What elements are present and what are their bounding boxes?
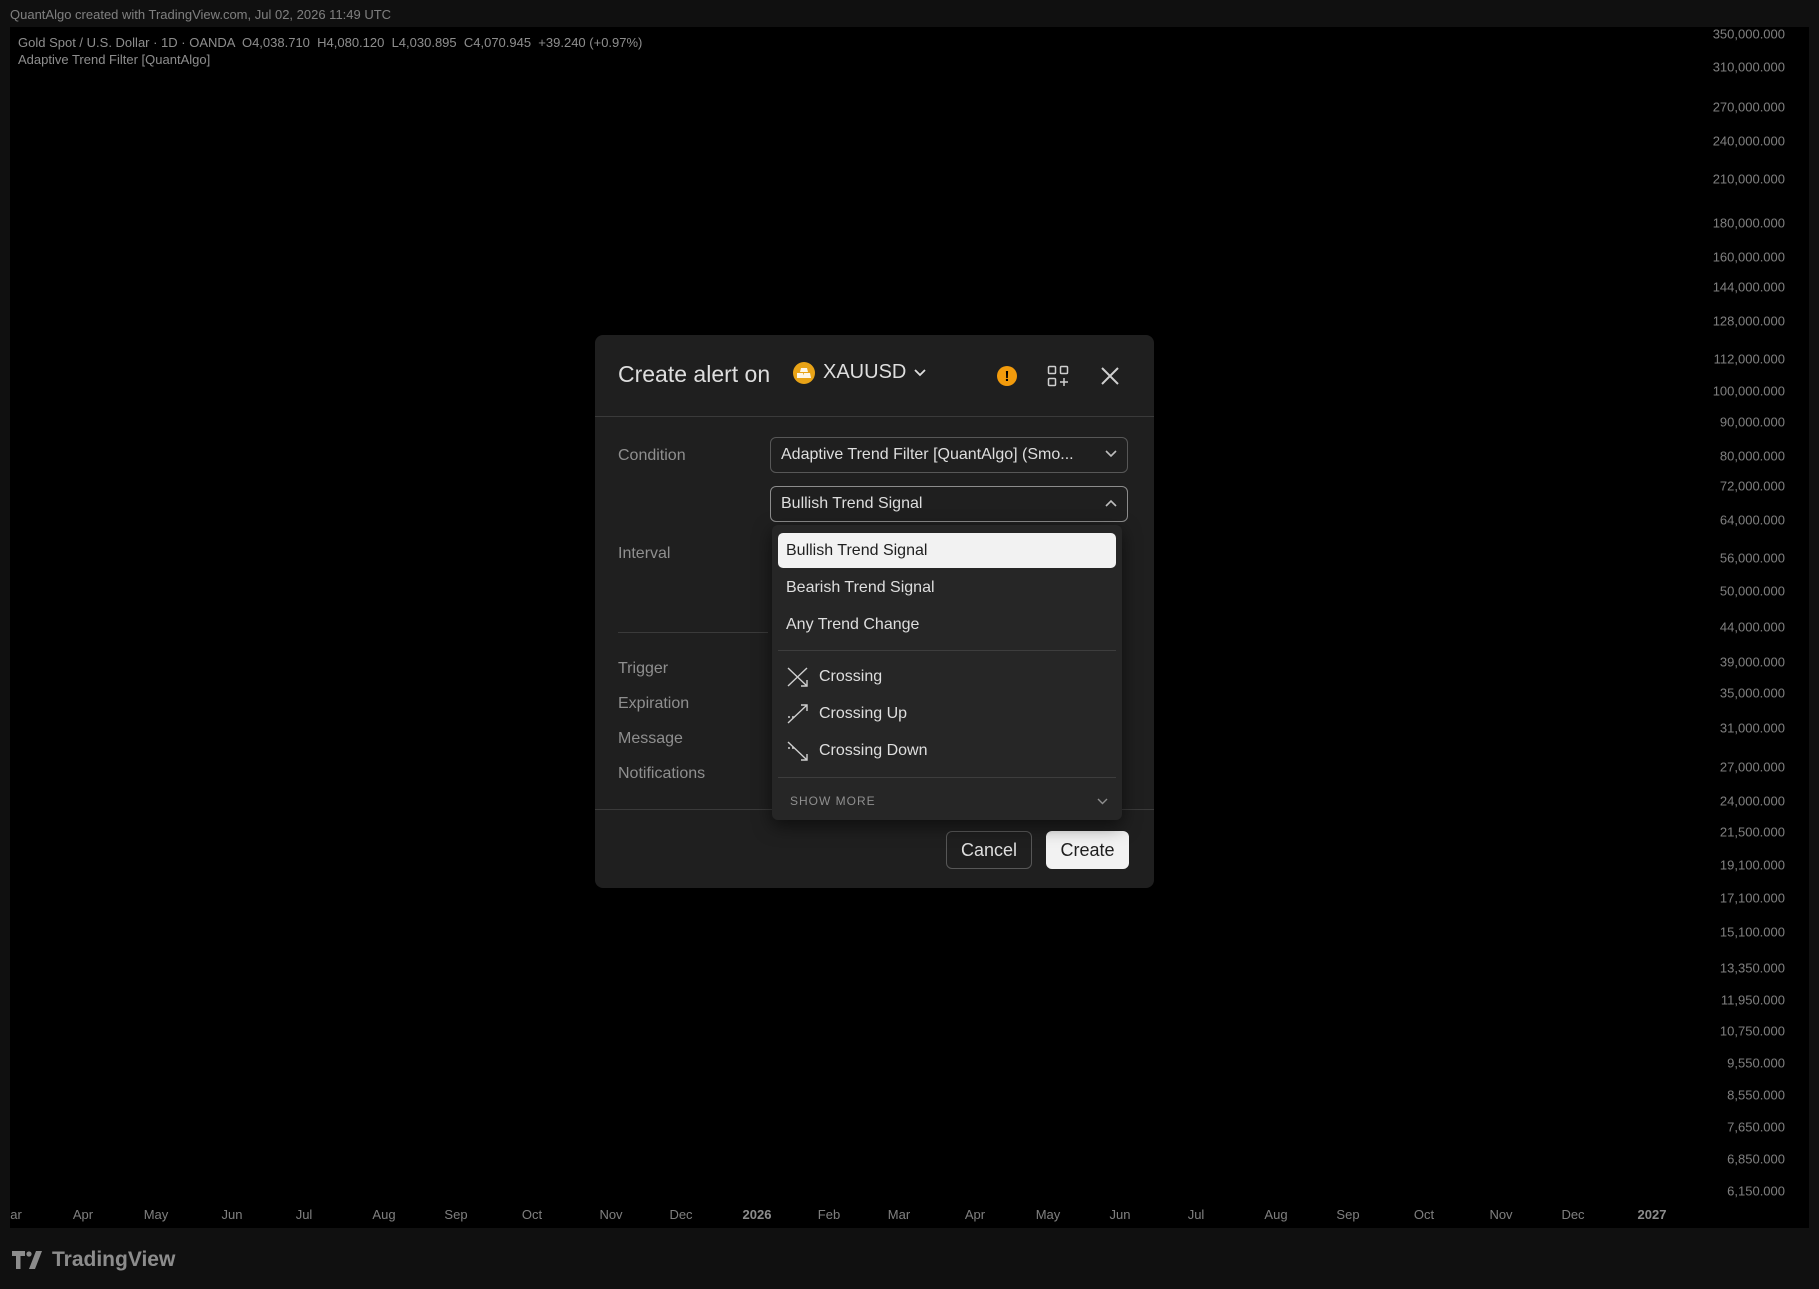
crossing-up-icon (787, 703, 808, 724)
option-label: Bullish Trend Signal (786, 542, 928, 559)
show-more-label: SHOW MORE (790, 794, 876, 808)
dropdown-option-any-change[interactable]: Any Trend Change (778, 607, 1116, 642)
option-label: Bearish Trend Signal (786, 579, 935, 596)
dropdown-separator (778, 650, 1116, 651)
dialog-header: Create alert on XAUUSD ! (595, 335, 1154, 417)
interval-label: Interval (618, 545, 671, 562)
crossing-down-icon (787, 740, 808, 761)
dropdown-option-bullish[interactable]: Bullish Trend Signal (778, 533, 1116, 568)
section-divider (618, 632, 768, 633)
chevron-down-icon (914, 368, 926, 376)
expiration-label: Expiration (618, 695, 690, 712)
option-label: Crossing Up (819, 705, 908, 722)
signal-select[interactable]: Bullish Trend Signal (770, 486, 1128, 522)
signal-dropdown-menu: Bullish Trend Signal Bearish Trend Signa… (772, 525, 1122, 820)
symbol-selector[interactable]: XAUUSD (793, 361, 926, 384)
show-more-button[interactable]: SHOW MORE (790, 794, 1108, 808)
crossing-icon (787, 666, 808, 687)
condition-value: Adaptive Trend Filter [QuantAlgo] (Smo..… (781, 446, 1074, 463)
symbol-name: XAUUSD (823, 361, 907, 383)
dropdown-option-bearish[interactable]: Bearish Trend Signal (778, 570, 1116, 605)
chevron-down-icon (1097, 798, 1108, 804)
close-icon[interactable] (1097, 363, 1123, 389)
dialog-title: Create alert on (618, 361, 771, 387)
notifications-label: Notifications (618, 765, 706, 782)
dropdown-separator (778, 777, 1116, 778)
dropdown-option-crossing-up[interactable]: Crossing Up (778, 696, 1116, 731)
create-button[interactable]: Create (1046, 831, 1129, 869)
condition-label: Condition (618, 447, 686, 464)
option-label: Any Trend Change (786, 616, 920, 633)
cancel-button[interactable]: Cancel (946, 831, 1032, 869)
signal-value: Bullish Trend Signal (781, 495, 923, 512)
condition-select[interactable]: Adaptive Trend Filter [QuantAlgo] (Smo..… (770, 437, 1128, 473)
gold-symbol-icon (793, 361, 815, 384)
option-label: Crossing (819, 668, 883, 685)
warning-icon[interactable]: ! (994, 363, 1020, 389)
dropdown-option-crossing[interactable]: Crossing (778, 659, 1116, 694)
widgets-icon[interactable] (1045, 363, 1071, 389)
message-label: Message (618, 730, 683, 747)
chevron-up-icon (1105, 499, 1117, 507)
trigger-label: Trigger (618, 660, 669, 677)
chevron-down-icon (1105, 450, 1117, 458)
option-label: Crossing Down (819, 742, 928, 759)
dropdown-option-crossing-down[interactable]: Crossing Down (778, 733, 1116, 768)
